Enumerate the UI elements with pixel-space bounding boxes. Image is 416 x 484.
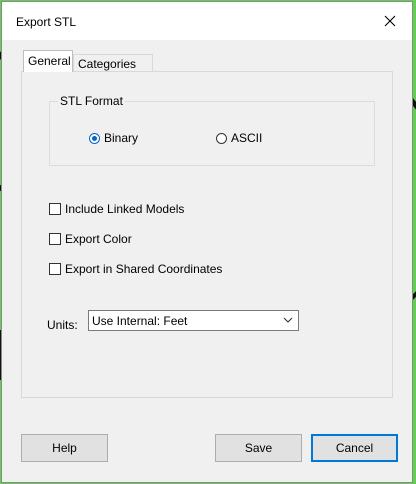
- general-tab-panel: STL Format Binary ASCII Include Linked M…: [21, 71, 393, 398]
- tab-categories[interactable]: Categories: [73, 54, 153, 72]
- title-bar[interactable]: Export STL: [2, 2, 412, 40]
- close-button[interactable]: [368, 2, 412, 40]
- close-icon: [384, 15, 396, 27]
- export-shared-coordinates-checkbox[interactable]: Export in Shared Coordinates: [49, 262, 222, 276]
- dialog-title: Export STL: [16, 15, 77, 29]
- export-color-checkbox[interactable]: Export Color: [49, 232, 132, 246]
- export-color-label: Export Color: [65, 232, 132, 246]
- checkbox-unchecked-icon: [49, 203, 61, 215]
- export-stl-dialog: Export STL General Categories STL Format…: [1, 1, 413, 483]
- ascii-radio[interactable]: ASCII: [216, 131, 262, 145]
- binary-radio-label: Binary: [104, 131, 139, 145]
- stl-format-label: STL Format: [58, 94, 125, 108]
- stl-format-group: STL Format Binary ASCII: [49, 94, 375, 166]
- include-linked-models-label: Include Linked Models: [65, 202, 185, 216]
- save-button[interactable]: Save: [215, 434, 302, 462]
- checkbox-unchecked-icon: [49, 233, 61, 245]
- radio-unchecked-icon: [216, 132, 227, 144]
- units-dropdown[interactable]: Use Internal: Feet: [88, 310, 299, 331]
- cancel-button[interactable]: Cancel: [311, 434, 398, 462]
- chevron-down-icon: [283, 317, 293, 323]
- checkbox-unchecked-icon: [49, 263, 61, 275]
- ascii-radio-label: ASCII: [231, 131, 263, 145]
- include-linked-models-checkbox[interactable]: Include Linked Models: [49, 202, 184, 216]
- tab-general[interactable]: General: [23, 50, 73, 72]
- radio-checked-icon: [89, 132, 100, 144]
- help-button[interactable]: Help: [21, 434, 108, 462]
- units-selected-value: Use Internal: Feet: [92, 313, 188, 328]
- binary-radio[interactable]: Binary: [89, 131, 138, 145]
- units-label: Units:: [47, 318, 78, 332]
- export-shared-coordinates-label: Export in Shared Coordinates: [65, 262, 223, 276]
